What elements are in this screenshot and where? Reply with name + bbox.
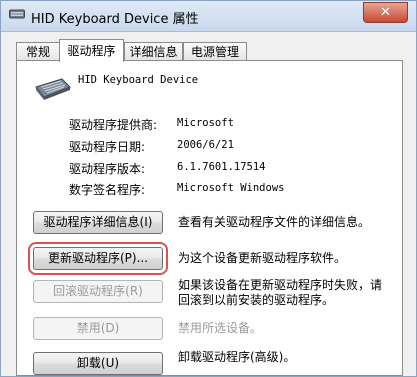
title-bar: HID Keyboard Device 属性 ✕ <box>1 1 416 32</box>
roll-back-driver-button[interactable]: 回滚驱动程序(R) <box>33 280 163 303</box>
driver-details-desc: 查看有关驱动程序文件的详细信息。 <box>178 215 371 229</box>
disable-button[interactable]: 禁用(D) <box>33 317 163 340</box>
window-title: HID Keyboard Device 属性 <box>31 12 199 27</box>
digital-signer-value: Microsoft Windows <box>177 182 285 194</box>
driver-date-label: 驱动程序日期: <box>69 140 146 154</box>
tab-driver[interactable]: 驱动程序 <box>59 39 124 62</box>
driver-date-value: 2006/6/21 <box>177 139 234 151</box>
driver-version-value: 6.1.7601.17514 <box>177 161 266 173</box>
driver-version-label: 驱动程序版本: <box>69 162 146 176</box>
provider-label: 驱动程序提供商: <box>69 118 158 132</box>
uninstall-desc: 卸载驱动程序(高级)。 <box>178 350 296 364</box>
roll-back-desc-line2: 回滚到以前安装的驱动程序。 <box>178 293 335 307</box>
close-button[interactable]: ✕ <box>363 2 408 23</box>
keyboard-device-icon <box>35 78 71 100</box>
device-name: HID Keyboard Device <box>78 74 199 86</box>
uninstall-button[interactable]: 卸载(U) <box>33 352 163 375</box>
close-icon: ✕ <box>380 5 391 20</box>
driver-details-button[interactable]: 驱动程序详细信息(I) <box>33 211 163 234</box>
properties-window: HID Keyboard Device 属性 ✕ 常规 驱动程序 详细信息 电源… <box>0 0 417 377</box>
driver-panel: HID Keyboard Device 驱动程序提供商: Microsoft 驱… <box>16 60 403 376</box>
update-driver-desc: 为这个设备更新驱动程序软件。 <box>178 251 347 265</box>
keyboard-icon <box>9 9 25 19</box>
digital-signer-label: 数字签名程序: <box>69 183 146 197</box>
provider-value: Microsoft <box>177 117 234 129</box>
tab-power-management[interactable]: 电源管理 <box>183 42 247 61</box>
roll-back-desc-line1: 如果该设备在更新驱动程序时失败，请 <box>178 278 383 292</box>
update-driver-button[interactable]: 更新驱动程序(P)... <box>28 242 168 275</box>
disable-desc: 禁用所选设备。 <box>178 321 263 335</box>
tab-details[interactable]: 详细信息 <box>124 42 183 61</box>
tab-general[interactable]: 常规 <box>16 42 60 61</box>
